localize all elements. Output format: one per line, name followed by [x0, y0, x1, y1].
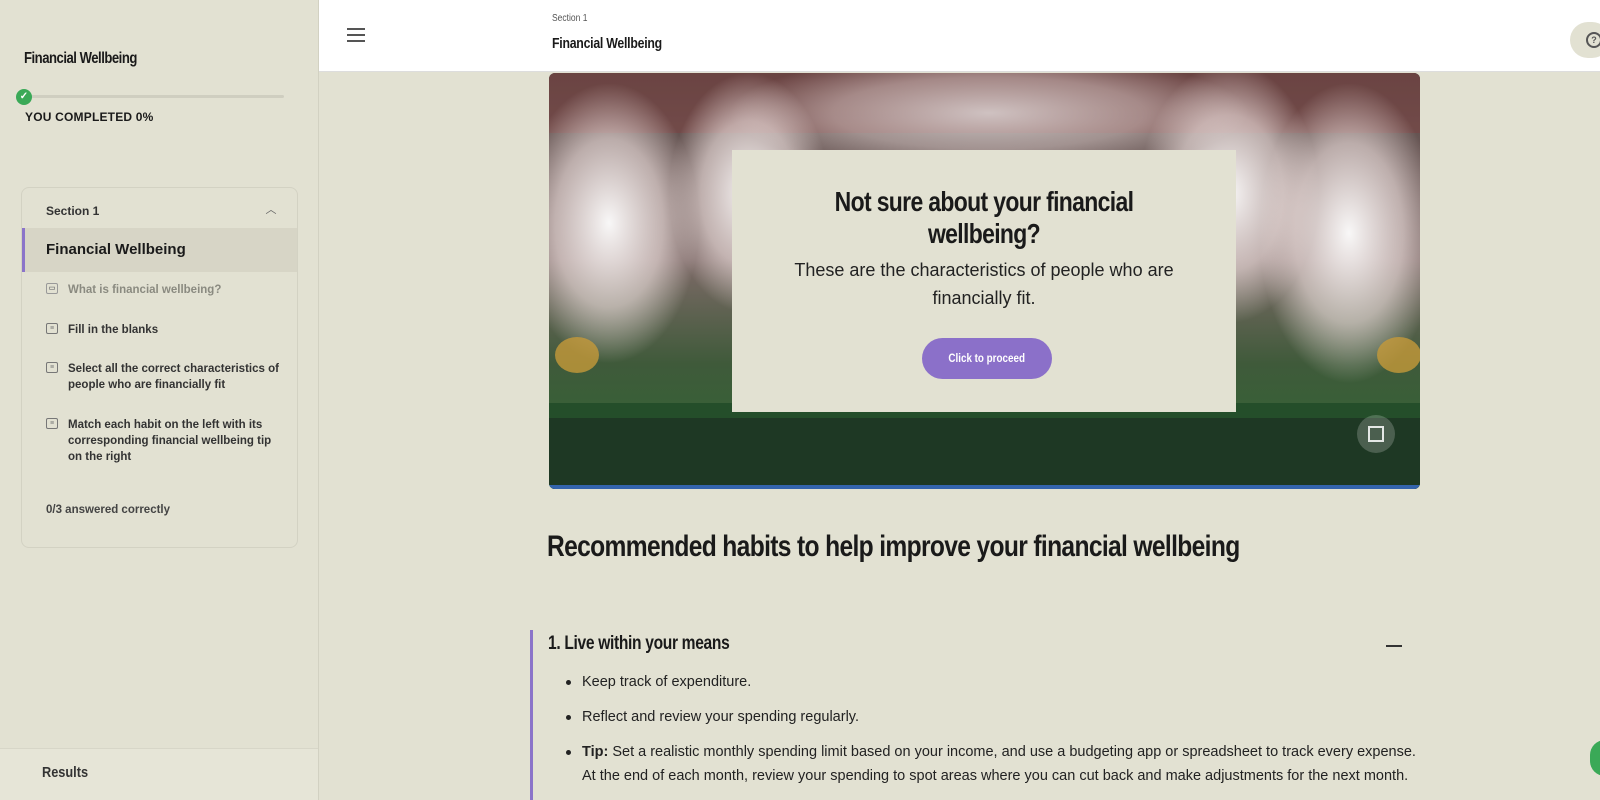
fullscreen-icon	[1368, 426, 1384, 442]
quiz-icon: ≡	[46, 323, 58, 334]
course-title: Financial Wellbeing	[24, 50, 137, 67]
sidebar: Financial Wellbeing ✓ YOU COMPLETED 0% S…	[0, 0, 319, 800]
sidebar-item-what-is-financial-wellbeing[interactable]: ▭ What is financial wellbeing?	[46, 282, 281, 298]
section-outline: Section 1 ︿ Financial Wellbeing ▭ What i…	[21, 187, 298, 548]
sidebar-item-label: What is financial wellbeing?	[68, 284, 222, 296]
section-header[interactable]: Section 1	[46, 204, 99, 218]
hero-card: Not sure about your financial wellbeing?…	[732, 150, 1236, 412]
quiz-icon: ≡	[46, 362, 58, 373]
tip-item: Tip: Set a realistic monthly spending li…	[566, 740, 1426, 788]
quiz-icon: ≡	[46, 418, 58, 429]
tip-text: Set a realistic monthly spending limit b…	[582, 744, 1416, 784]
breadcrumb-section: Section 1	[552, 13, 588, 24]
help-button[interactable]: ?	[1570, 22, 1600, 58]
progress-label: YOU COMPLETED 0%	[25, 110, 154, 124]
habit-accordion: 1. Live within your means Keep track of …	[530, 630, 1420, 800]
help-icon: ?	[1586, 32, 1600, 48]
chevron-up-icon[interactable]: ︿	[263, 202, 279, 218]
sidebar-item-financial-wellbeing[interactable]: Financial Wellbeing	[22, 228, 297, 272]
results-label: Results	[42, 764, 89, 781]
score-summary: 0/3 answered correctly	[46, 504, 171, 516]
hero-title: Not sure about your financial wellbeing?	[834, 186, 1134, 249]
sidebar-item-label: Fill in the blanks	[68, 324, 159, 336]
sidebar-item-match-habits[interactable]: ≡ Match each habit on the left with its …	[46, 417, 281, 465]
section-heading: Recommended habits to help improve your …	[547, 530, 1240, 563]
progress-bar	[24, 95, 284, 98]
accordion-title[interactable]: 1. Live within your means	[548, 633, 730, 655]
sidebar-item-label: Financial Wellbeing	[46, 241, 186, 258]
chat-button[interactable]	[1590, 740, 1600, 776]
page-title: Financial Wellbeing	[552, 35, 662, 52]
fullscreen-button[interactable]	[1357, 415, 1395, 453]
hero-subtitle: These are the characteristics of people …	[794, 260, 1174, 308]
sidebar-item-select-characteristics[interactable]: ≡ Select all the correct characteristics…	[46, 361, 281, 393]
proceed-button-label: Click to proceed	[948, 351, 1026, 365]
hero-banner: Not sure about your financial wellbeing?…	[549, 73, 1420, 489]
sidebar-item-label: Select all the correct characteristics o…	[68, 363, 279, 391]
top-bar: Section 1 Financial Wellbeing ?	[319, 0, 1600, 72]
hamburger-menu-icon[interactable]	[347, 28, 365, 42]
results-link[interactable]: Results	[0, 748, 318, 800]
sidebar-item-label: Match each habit on the left with its co…	[68, 419, 272, 463]
list-item: Keep track of expenditure.	[566, 670, 1426, 694]
proceed-button[interactable]: Click to proceed	[922, 338, 1052, 379]
check-icon: ✓	[16, 89, 32, 105]
list-item: Reflect and review your spending regular…	[566, 705, 1426, 729]
habit-list: Keep track of expenditure. Reflect and r…	[566, 670, 1426, 799]
book-icon: ▭	[46, 283, 58, 294]
tip-label: Tip:	[582, 744, 609, 760]
sidebar-item-fill-in-the-blanks[interactable]: ≡ Fill in the blanks	[46, 322, 281, 338]
collapse-icon[interactable]	[1386, 645, 1402, 647]
